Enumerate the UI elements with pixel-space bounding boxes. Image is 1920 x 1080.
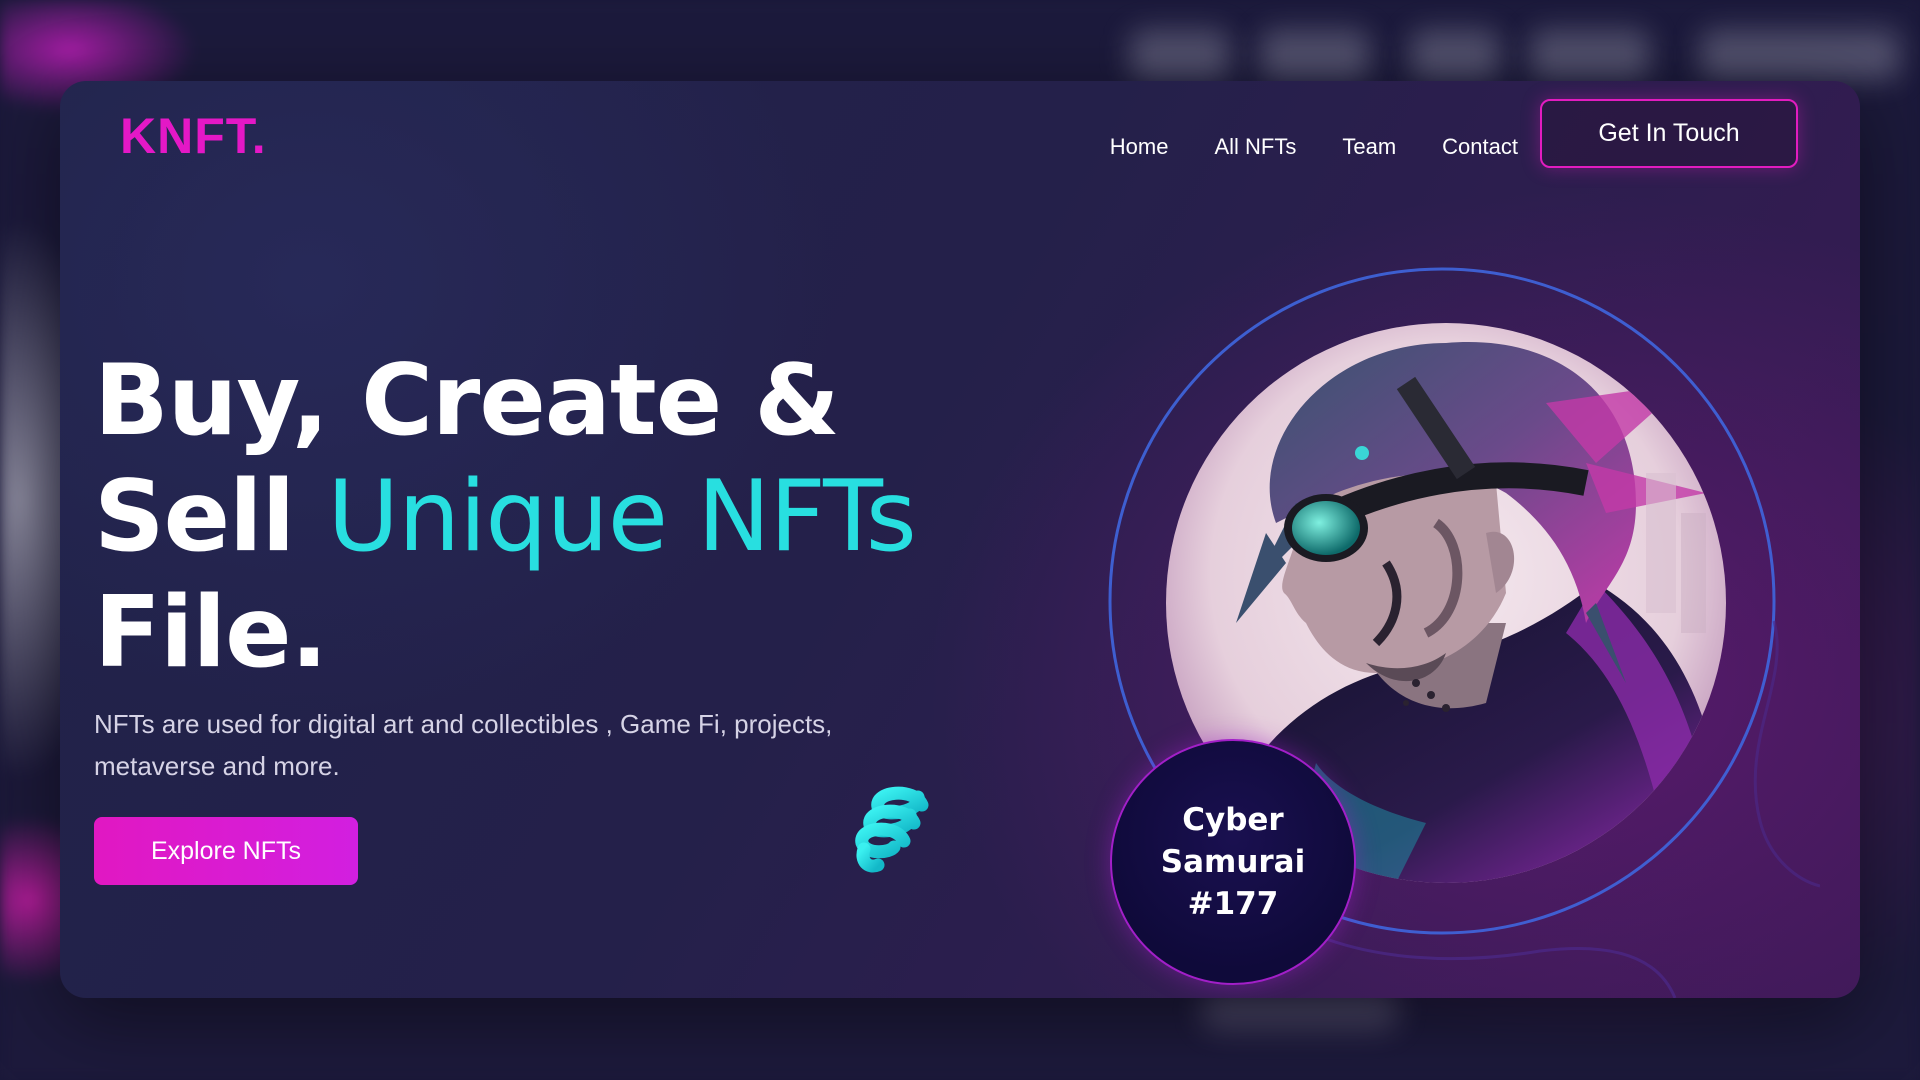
headline-line-1: Buy, Create & [94,344,840,458]
brand-logo[interactable]: KNFT. [120,107,267,165]
headline-sell: Sell [94,460,295,574]
nav-home[interactable]: Home [1110,117,1169,177]
blurred-nav-shape [1260,30,1370,80]
nav-all-nfts[interactable]: All NFTs [1214,117,1296,177]
nav-team[interactable]: Team [1342,117,1396,177]
badge-line-2: Samurai [1160,844,1306,880]
featured-nft-badge[interactable]: Cyber Samurai #177 [1110,739,1356,985]
blurred-nav-shape [1700,30,1900,80]
hero-description: NFTs are used for digital art and collec… [94,709,833,781]
headline-line-3: File. [94,576,328,690]
blurred-nav-shape [1530,30,1650,80]
badge-line-3: #177 [1187,886,1279,922]
explore-nfts-button[interactable]: Explore NFTs [94,817,358,885]
spiral-icon [855,786,929,873]
main-nav: Home All NFTs Team Contact [1064,117,1518,177]
get-in-touch-button[interactable]: Get In Touch [1540,99,1798,168]
headline-line-2: Sell Unique NFTs [94,459,917,575]
badge-line-1: Cyber [1182,802,1284,838]
nav-contact[interactable]: Contact [1442,117,1518,177]
headline-accent: Unique NFTs [327,460,916,574]
hero-card: KNFT. Home All NFTs Team Contact Get In … [60,81,1860,998]
blurred-nav-shape [1410,30,1500,80]
blurred-nav-shape [1130,30,1230,80]
hero-headline: Buy, Create & Sell Unique NFTs File. [94,343,917,691]
